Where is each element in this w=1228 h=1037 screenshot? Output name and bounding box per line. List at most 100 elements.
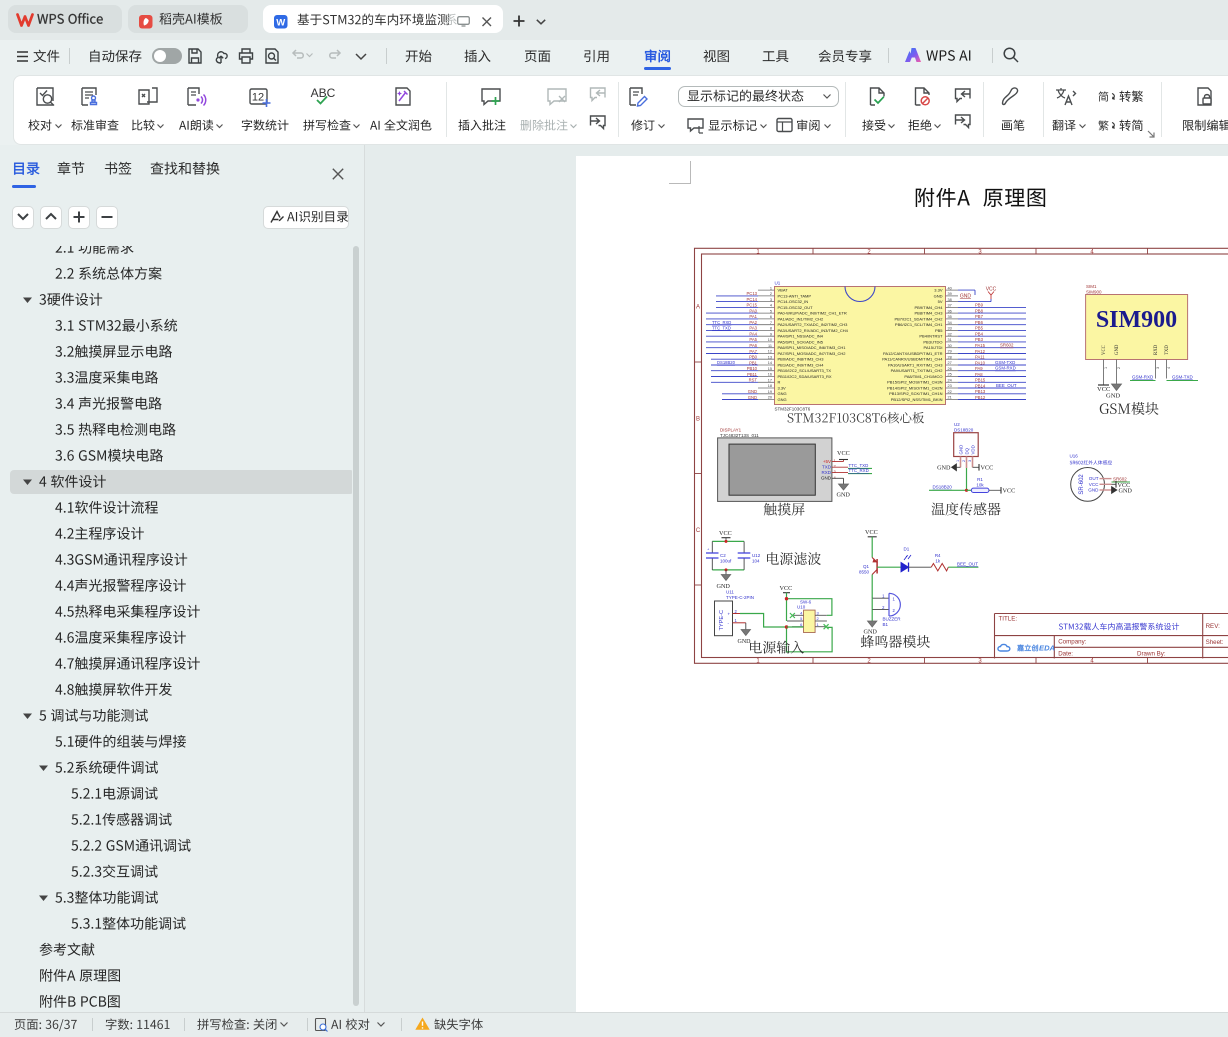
svg-text:10: 10 bbox=[768, 338, 772, 342]
svg-text:2: 2 bbox=[770, 292, 772, 296]
svg-text:PA4/SPI1_NSS/ADC_IN4: PA4/SPI1_NSS/ADC_IN4 bbox=[778, 334, 824, 339]
svg-text:12: 12 bbox=[252, 92, 264, 104]
svg-text:1: 1 bbox=[817, 622, 820, 627]
svg-text:1: 1 bbox=[956, 460, 960, 462]
svg-text:A: A bbox=[696, 305, 700, 311]
svg-text:SIM900: SIM900 bbox=[1086, 290, 1102, 295]
svg-text:DS18B20: DS18B20 bbox=[933, 485, 953, 490]
svg-text:GND: GND bbox=[864, 629, 878, 636]
svg-text:104: 104 bbox=[752, 559, 760, 564]
svg-text:4: 4 bbox=[770, 304, 772, 308]
svg-text:GND: GND bbox=[738, 639, 752, 645]
svg-text:DQ: DQ bbox=[964, 447, 969, 454]
svg-text:PA2/USART2_TX/ADC_IN2/TIM2_CH3: PA2/USART2_TX/ADC_IN2/TIM2_CH3 bbox=[778, 322, 849, 327]
svg-text:SR-602: SR-602 bbox=[1079, 474, 1085, 495]
svg-text:PB10/I2C2_SCL/USART3_TX: PB10/I2C2_SCL/USART3_TX bbox=[778, 368, 832, 373]
svg-text:9: 9 bbox=[770, 332, 772, 336]
svg-text:REV:: REV: bbox=[1206, 623, 1220, 630]
svg-text:2: 2 bbox=[1117, 367, 1121, 369]
svg-text:23: 23 bbox=[948, 384, 952, 388]
svg-text:37: 37 bbox=[948, 304, 952, 308]
svg-text:2: 2 bbox=[893, 608, 896, 613]
svg-text:Drawn By:: Drawn By: bbox=[1137, 650, 1166, 657]
svg-text:Sheet:: Sheet: bbox=[1206, 639, 1224, 646]
svg-text:19: 19 bbox=[768, 390, 772, 394]
svg-text:TTC_TXD: TTC_TXD bbox=[712, 326, 731, 331]
svg-text:PA1/ADC_IN1/TIM2_CH2: PA1/ADC_IN1/TIM2_CH2 bbox=[778, 316, 824, 321]
svg-text:Company:: Company: bbox=[1058, 639, 1086, 646]
svg-text:1: 1 bbox=[834, 458, 837, 463]
svg-text:VBAT: VBAT bbox=[778, 288, 789, 293]
svg-text:U10: U10 bbox=[797, 605, 806, 610]
svg-text:8550: 8550 bbox=[859, 570, 870, 575]
svg-text:40: 40 bbox=[948, 286, 952, 290]
svg-text:GND: GND bbox=[1088, 488, 1099, 493]
svg-text:R1: R1 bbox=[977, 477, 983, 482]
svg-text:PA7/SPI1_MOSI/ADC_IN7/TIM3_CH2: PA7/SPI1_MOSI/ADC_IN7/TIM3_CH2 bbox=[778, 351, 847, 356]
svg-text:TTC_RXD: TTC_RXD bbox=[849, 468, 869, 473]
svg-text:VCC: VCC bbox=[986, 287, 997, 293]
svg-text:1k: 1k bbox=[935, 559, 941, 564]
svg-text:PB14/SPI2_MISO/TIM1_CH2N: PB14/SPI2_MISO/TIM1_CH2N bbox=[887, 385, 942, 390]
svg-text:1: 1 bbox=[1104, 367, 1108, 369]
svg-text:B1: B1 bbox=[883, 622, 889, 627]
svg-text:14: 14 bbox=[768, 361, 772, 365]
svg-text:GSM-RXD: GSM-RXD bbox=[995, 366, 1016, 371]
svg-text:27: 27 bbox=[948, 361, 952, 365]
svg-text:21: 21 bbox=[948, 396, 952, 400]
svg-text:GNG: GNG bbox=[778, 397, 787, 402]
svg-text:11: 11 bbox=[768, 344, 772, 348]
svg-text:PC14-OSC32_IN: PC14-OSC32_IN bbox=[778, 299, 809, 304]
svg-text:VCC: VCC bbox=[1003, 488, 1016, 495]
svg-text:1: 1 bbox=[770, 286, 772, 290]
svg-text:PC15-OSC32_OUT: PC15-OSC32_OUT bbox=[778, 305, 814, 310]
svg-text:3: 3 bbox=[834, 469, 837, 474]
svg-text:PA0-WKUP/ADC_IN0/TIM2_CH1_ETR: PA0-WKUP/ADC_IN0/TIM2_CH1_ETR bbox=[778, 311, 847, 316]
svg-text:PB8/TIM4_CH3: PB8/TIM4_CH3 bbox=[914, 311, 943, 316]
svg-text:PA5/SPI1_SCK/ADC_IN5: PA5/SPI1_SCK/ADC_IN5 bbox=[778, 339, 824, 344]
svg-text:32: 32 bbox=[948, 332, 952, 336]
svg-text:PC13-ANTI_TAMP: PC13-ANTI_TAMP bbox=[778, 293, 812, 298]
svg-text:VCC: VCC bbox=[981, 465, 994, 472]
svg-text:PB7/I2C1_SDA/TIM4_CH2: PB7/I2C1_SDA/TIM4_CH2 bbox=[894, 316, 943, 321]
svg-text:26: 26 bbox=[948, 367, 952, 371]
svg-text:100uf: 100uf bbox=[720, 559, 732, 564]
svg-text:PA11/CANRX/USBDM/TIM1_CH4: PA11/CANRX/USBDM/TIM1_CH4 bbox=[882, 357, 943, 362]
svg-text:PB0/ADC_IN8/TIM3_CH3: PB0/ADC_IN8/TIM3_CH3 bbox=[778, 357, 825, 362]
svg-text:VCC: VCC bbox=[1102, 345, 1107, 355]
svg-text:U16: U16 bbox=[1070, 454, 1079, 459]
svg-text:3: 3 bbox=[968, 460, 972, 462]
svg-text:PB15/SPI2_MOSI/TIM1_CH3N: PB15/SPI2_MOSI/TIM1_CH3N bbox=[887, 380, 942, 385]
svg-text:VCC: VCC bbox=[1089, 482, 1099, 487]
svg-text:PB12/SPI2_NSS/TIM1_BKIN: PB12/SPI2_NSS/TIM1_BKIN bbox=[891, 397, 943, 402]
svg-text:GND: GND bbox=[958, 445, 963, 455]
svg-text:3.3V: 3.3V bbox=[934, 288, 943, 293]
svg-text:10k: 10k bbox=[976, 483, 984, 488]
svg-text:TYPE-C: TYPE-C bbox=[719, 610, 725, 631]
svg-text:12: 12 bbox=[768, 350, 772, 354]
svg-text:GSM-TXD: GSM-TXD bbox=[995, 360, 1015, 365]
svg-text:GSM-TXD: GSM-TXD bbox=[1172, 374, 1193, 379]
svg-text:+5V: +5V bbox=[823, 459, 831, 464]
svg-text:PA6/SPI1_MISO/ADC_IN6/TIM3_CH1: PA6/SPI1_MISO/ADC_IN6/TIM3_CH1 bbox=[778, 345, 847, 350]
svg-text:SIM900: SIM900 bbox=[1096, 307, 1177, 333]
svg-text:4: 4 bbox=[1167, 367, 1171, 369]
svg-text:C2: C2 bbox=[720, 553, 726, 558]
svg-text:PB1/ADC_IN9/TIM3_CH4: PB1/ADC_IN9/TIM3_CH4 bbox=[778, 362, 825, 367]
svg-text:PA10/USART1_RX/TIM1_CH3: PA10/USART1_RX/TIM1_CH3 bbox=[888, 362, 943, 367]
svg-text:EDA: EDA bbox=[1039, 644, 1055, 653]
svg-text:TTC_RXD: TTC_RXD bbox=[712, 320, 731, 325]
svg-text:DISPLAY1: DISPLAY1 bbox=[720, 428, 742, 433]
svg-text:SR602: SR602 bbox=[1113, 476, 1127, 481]
svg-text:2: 2 bbox=[962, 460, 966, 462]
svg-text:PA8/TIM1_CH1/MCO: PA8/TIM1_CH1/MCO bbox=[904, 374, 942, 379]
svg-text:VDD: VDD bbox=[970, 445, 975, 454]
svg-text:4: 4 bbox=[800, 611, 803, 616]
svg-text:22: 22 bbox=[948, 390, 952, 394]
svg-text:25: 25 bbox=[948, 373, 952, 377]
svg-text:GNG: GNG bbox=[778, 391, 787, 396]
svg-text:GND: GND bbox=[960, 294, 972, 300]
svg-text:7: 7 bbox=[770, 321, 772, 325]
svg-text:SR602: SR602 bbox=[1000, 343, 1014, 348]
svg-text:PA9/USART1_TX/TIM1_CH2: PA9/USART1_TX/TIM1_CH2 bbox=[891, 368, 944, 373]
